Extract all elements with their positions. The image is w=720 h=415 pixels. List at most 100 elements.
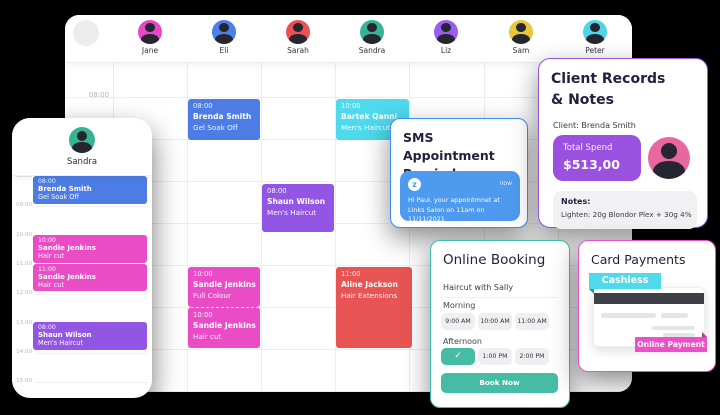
staff-column-sam[interactable]: Sam xyxy=(484,20,558,55)
phone-panel: Sandra 08:00 09:00 10:00 11:00 12:00 13:… xyxy=(12,118,152,398)
event-name: Sandie Jenkins xyxy=(193,321,255,330)
staff-column-jane[interactable]: Jane xyxy=(113,20,187,55)
app-logo-icon: z xyxy=(408,178,421,191)
event-service: Men's Haircut xyxy=(38,339,142,347)
client-name-label: Client: Brenda Smith xyxy=(553,121,636,130)
credit-card-line xyxy=(601,313,656,318)
sms-message-line2: Links Salon on 11am on 11/11/2021 xyxy=(408,206,484,224)
sms-reminders-card: SMS Appointment Reminders z now Hi Paul,… xyxy=(390,118,528,228)
calendar-event[interactable]: 08:00 Brenda Smith Gel Soak Off xyxy=(33,176,147,204)
avatar-jane xyxy=(138,20,162,44)
calendar-event[interactable]: 10:00 Sandie Jenkins Full Colour xyxy=(188,267,260,307)
afternoon-label: Afternoon xyxy=(443,337,482,346)
page: 08:00 08:00 Brenda Smith Gel Soak Off 10… xyxy=(0,0,720,415)
time-gutter-label: 14:00 xyxy=(14,349,32,355)
time-slot-button[interactable]: 11:00 AM xyxy=(515,313,549,330)
grid-line xyxy=(36,206,148,207)
event-service: Hair cut xyxy=(193,332,255,341)
avatar-sandra xyxy=(69,127,95,153)
time-gutter-label: 11:00 xyxy=(14,261,32,267)
calendar-event[interactable]: 08:00 Shaun Wilson Men's Haircut xyxy=(262,184,334,232)
staff-name: Liz xyxy=(409,46,483,55)
staff-name: Sarah xyxy=(261,46,335,55)
avatar-peter xyxy=(583,20,607,44)
event-time: 11:00 xyxy=(341,270,407,278)
event-name: Aline Jackson xyxy=(341,280,407,289)
time-gutter-label: 15:00 xyxy=(14,378,32,384)
notification-timestamp: now xyxy=(500,180,512,187)
event-time: 11:00 xyxy=(38,266,142,273)
staff-column-sandra[interactable]: Sandra xyxy=(335,20,409,55)
online-booking-card: Online Booking Haircut with Sally Mornin… xyxy=(430,240,570,408)
card-title: Online Booking xyxy=(443,251,545,271)
credit-card-stripe xyxy=(594,293,704,304)
morning-label: Morning xyxy=(443,301,475,310)
event-name: Sandie Jenkins xyxy=(193,280,255,289)
event-service: Hair Extensions xyxy=(341,291,407,300)
time-gutter-label: 10:00 xyxy=(14,232,32,238)
event-time: 10:00 xyxy=(38,237,142,244)
calendar-event[interactable]: 10:00 Sandie Jenkins Hair cut xyxy=(33,235,147,263)
event-time: 10:00 xyxy=(193,311,255,319)
credit-card-line xyxy=(661,313,688,318)
event-service: Gel Soak Off xyxy=(193,123,255,132)
event-time: 08:00 xyxy=(267,187,329,195)
staff-name: Eli xyxy=(187,46,261,55)
event-time: 08:00 xyxy=(38,178,142,185)
credit-card-line xyxy=(652,326,695,330)
booking-subtitle: Haircut with Sally xyxy=(443,283,513,292)
calendar-event[interactable]: 11:00 Sandie Jenkins Hair cut xyxy=(33,264,147,291)
cashless-ribbon: Cashless xyxy=(589,273,661,289)
sms-message-line1: Hi Paul, your appointmnet at xyxy=(408,196,500,204)
event-service: Men's Haircut xyxy=(267,208,329,217)
event-service: Full Colour xyxy=(193,291,255,300)
staff-name: Sandra xyxy=(335,46,409,55)
event-time: 08:00 xyxy=(193,102,255,110)
placeholder-avatar xyxy=(73,20,99,46)
total-spend-label: Total Spend xyxy=(563,143,641,153)
event-name: Shaun Wilson xyxy=(267,197,329,206)
book-now-button[interactable]: Book Now xyxy=(441,373,558,393)
time-slot-button[interactable]: 10:00 AM xyxy=(478,313,512,330)
avatar-eli xyxy=(212,20,236,44)
calendar-event[interactable]: 08:00 Shaun Wilson Men's Haircut xyxy=(33,322,147,350)
time-slot-button[interactable]: 9:00 AM xyxy=(441,313,475,330)
card-payments-card: Card Payments Cashless Online Payment xyxy=(578,240,716,372)
sms-notification-bubble[interactable]: z now Hi Paul, your appointmnet at Links… xyxy=(400,171,520,221)
calendar-event[interactable]: 11:00 Aline Jackson Hair Extensions xyxy=(336,267,412,348)
staff-name: Sam xyxy=(484,46,558,55)
grid-line xyxy=(36,294,148,295)
ribbon-fold xyxy=(589,289,594,294)
time-gutter-label: 09:00 xyxy=(14,202,32,208)
event-name: Shaun Wilson xyxy=(38,331,142,339)
avatar-liz xyxy=(434,20,458,44)
staff-name: Peter xyxy=(558,46,632,55)
time-slot-selected[interactable]: ✓ xyxy=(441,348,475,365)
notes-box: Notes: Lighten: 20g Blondor Plex + 30g 4… xyxy=(553,191,697,229)
staff-column-eli[interactable]: Eli xyxy=(187,20,261,55)
notes-label: Notes: xyxy=(561,197,697,206)
total-spend-value: $513,00 xyxy=(563,157,641,172)
event-service: Gel Soak Off xyxy=(38,193,142,201)
staff-column-peter[interactable]: Peter xyxy=(558,20,632,55)
calendar-event[interactable]: 08:00 Brenda Smith Gel Soak Off xyxy=(188,99,260,140)
staff-column-liz[interactable]: Liz xyxy=(409,20,483,55)
client-avatar xyxy=(648,137,690,179)
time-slot-button[interactable]: 2:00 PM xyxy=(515,348,549,365)
avatar-sarah xyxy=(286,20,310,44)
online-payment-ribbon: Online Payment xyxy=(635,337,707,352)
event-service: Hair cut xyxy=(38,281,142,289)
time-slot-button[interactable]: 1:00 PM xyxy=(478,348,512,365)
event-service: Hair cut xyxy=(38,252,142,260)
event-time: 10:00 xyxy=(341,102,404,110)
staff-column-sarah[interactable]: Sarah xyxy=(261,20,335,55)
client-records-card: Client Records & Notes Client: Brenda Sm… xyxy=(538,58,708,228)
event-name: Brenda Smith xyxy=(38,185,142,193)
avatar-sandra xyxy=(360,20,384,44)
notes-text: Lighten: 20g Blondor Plex + 30g 4% xyxy=(561,210,697,219)
phone-staff-name: Sandra xyxy=(12,157,152,167)
sms-message: Hi Paul, your appointmnet at Links Salon… xyxy=(408,196,516,225)
avatar-sam xyxy=(509,20,533,44)
calendar-event[interactable]: 10:00 Sandie Jenkins Hair cut xyxy=(188,307,260,348)
event-name: Sandie Jenkins xyxy=(38,244,142,252)
